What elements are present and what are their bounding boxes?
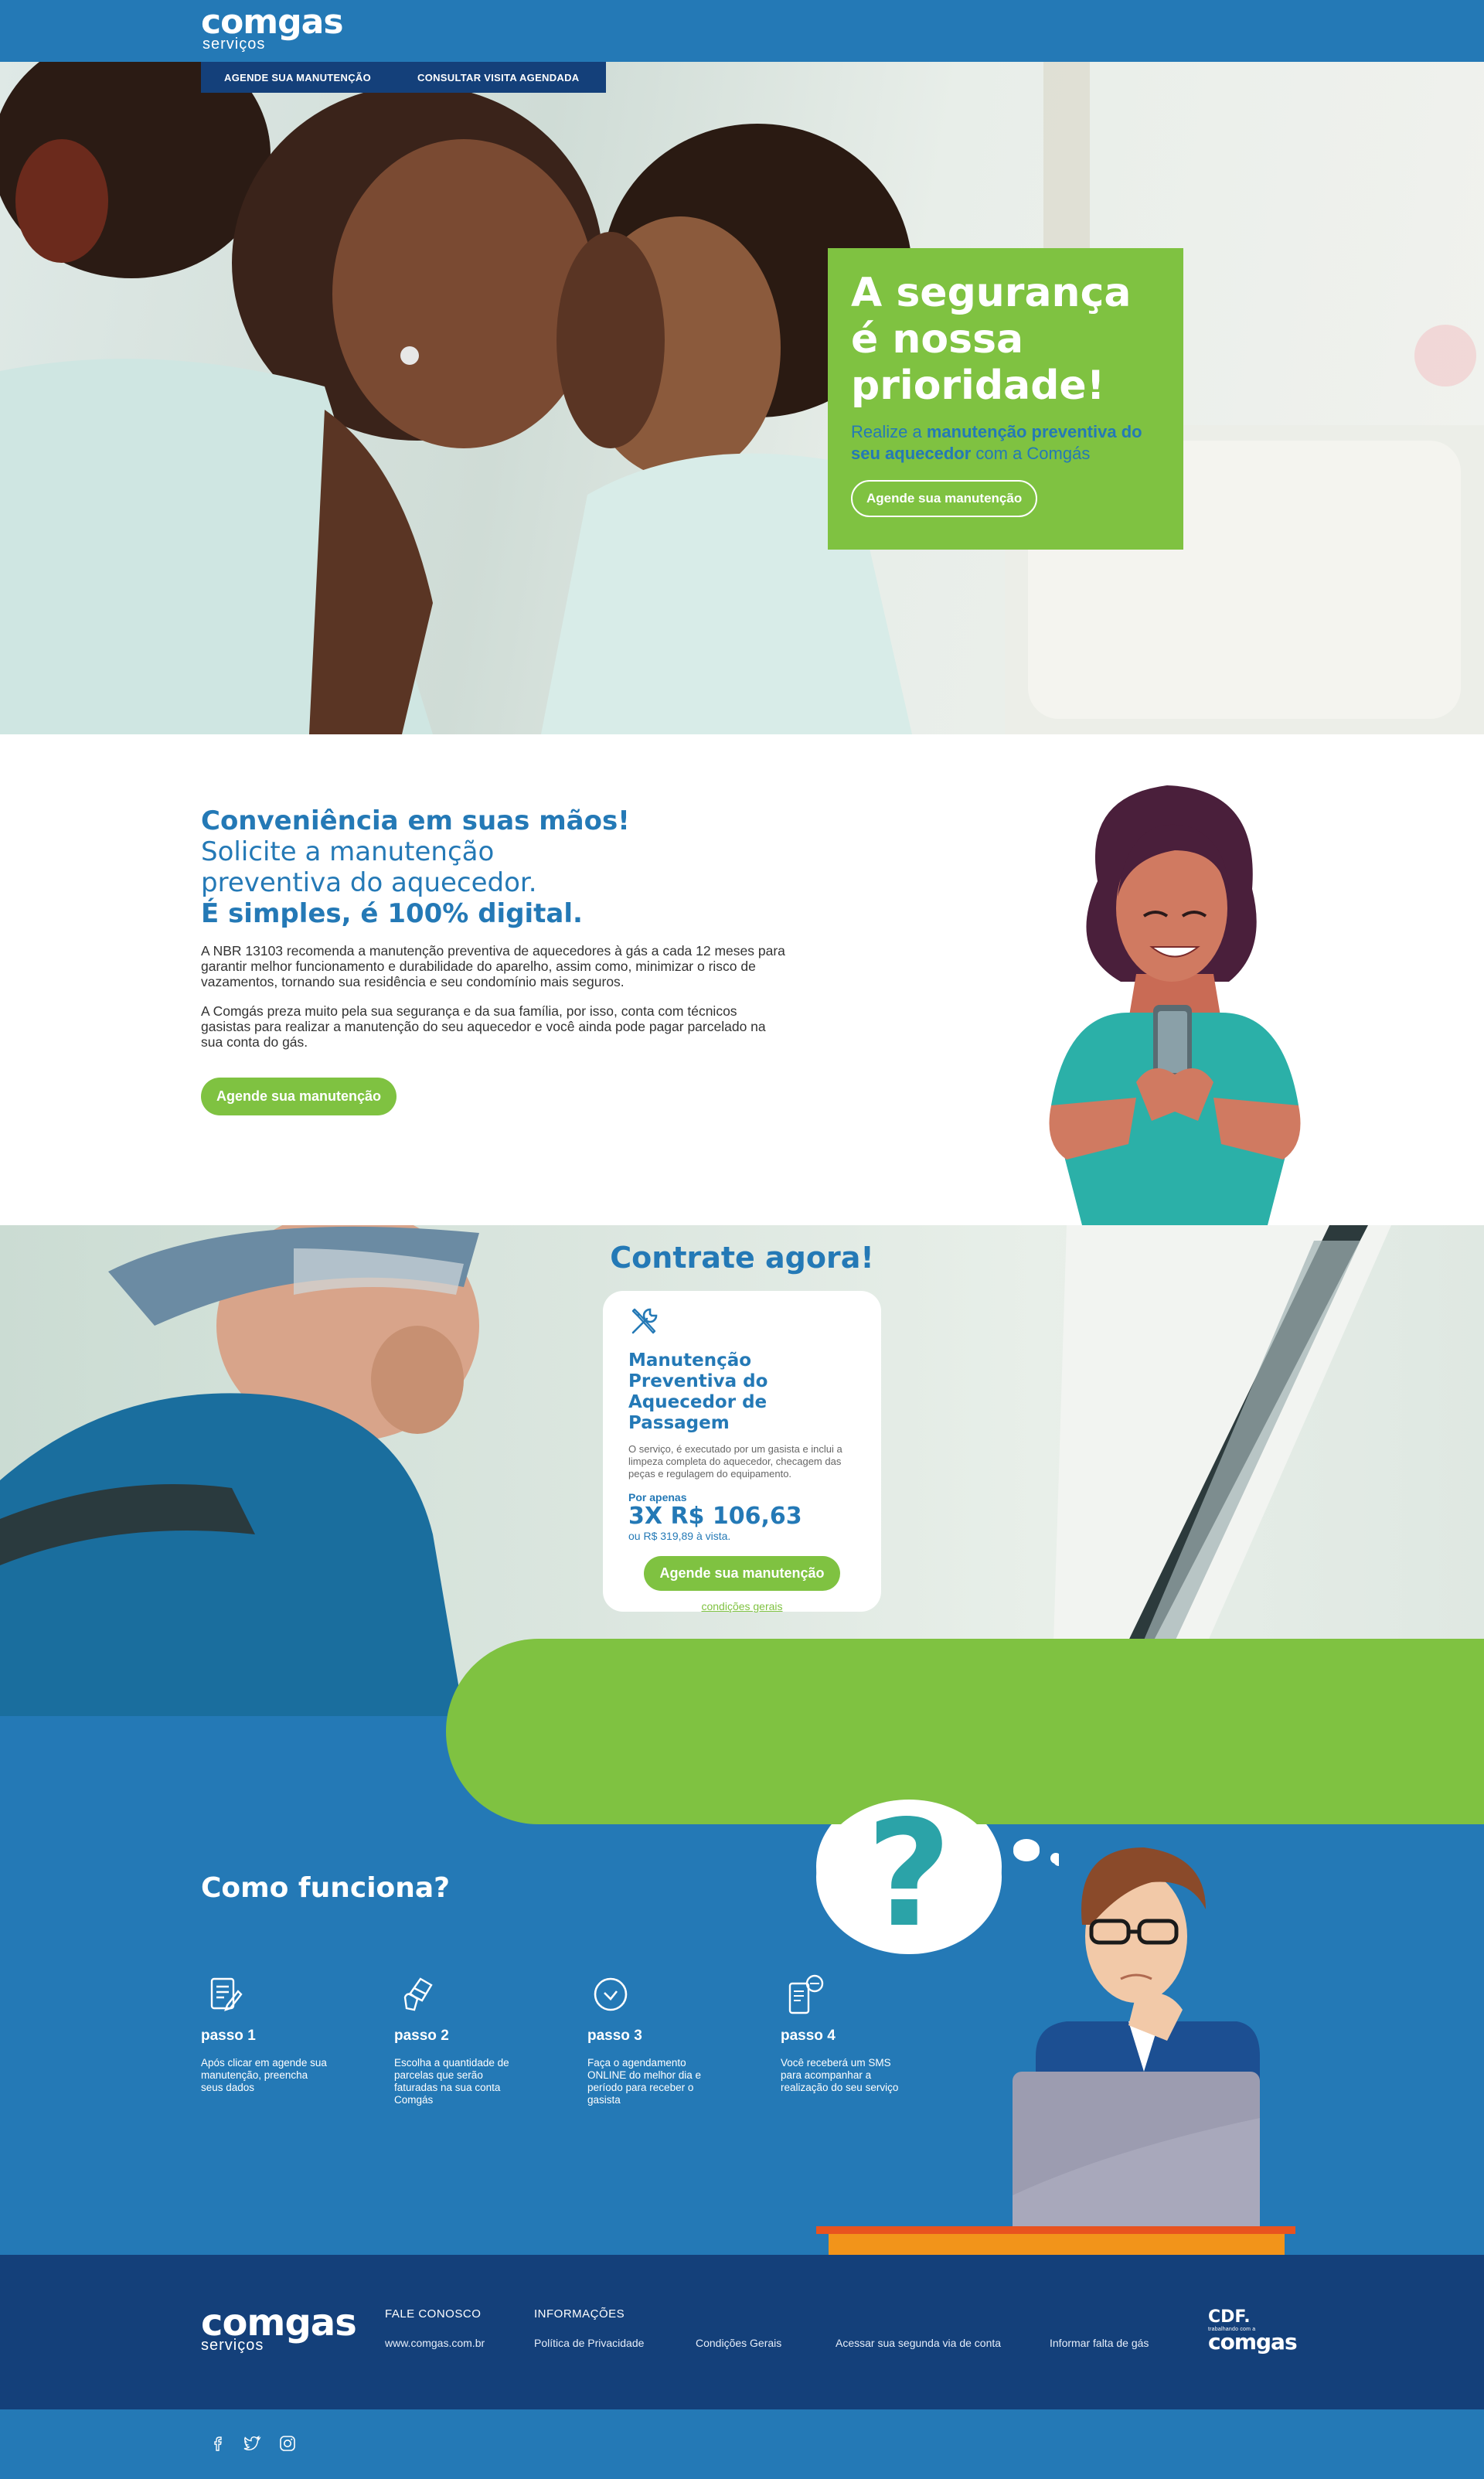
hero-section: A segurança é nossa prioridade! Realize …: [0, 62, 1484, 734]
convenience-paragraph-1: A NBR 13103 recomenda a manutenção preve…: [201, 943, 785, 989]
nav-agende-manutencao[interactable]: AGENDE SUA MANUTENÇÃO: [201, 72, 394, 83]
cdf-logo: CDF. trabalhando com a comgas: [1208, 2307, 1298, 2355]
convenience-title-2b: preventiva do aquecedor.: [201, 867, 537, 898]
site-header: comgas serviços: [0, 0, 1484, 62]
instagram-icon[interactable]: [278, 2434, 297, 2453]
footer-link-falta-gas[interactable]: Informar falta de gás: [1050, 2337, 1149, 2349]
facebook-icon[interactable]: [209, 2434, 227, 2453]
convenience-section: Conveniência em suas mãos! Solicite a ma…: [0, 734, 1484, 1225]
step-3-text: Faça o agendamento ONLINE do melhor dia …: [587, 2057, 702, 2106]
site-footer: comgas serviços FALE CONOSCO www.comgas.…: [0, 2255, 1484, 2409]
clock-icon: [594, 1977, 628, 2011]
step-1-text: Após clicar em agende sua manutenção, pr…: [201, 2057, 327, 2093]
step-2: passo 2 Escolha a quantidade de parcelas…: [394, 1971, 526, 2106]
tools-icon: [631, 1308, 658, 1334]
hero-subtitle-suffix: com a Comgás: [971, 444, 1091, 463]
card-agende-button[interactable]: Agende sua manutenção: [644, 1556, 840, 1591]
hero-card: A segurança é nossa prioridade! Realize …: [828, 248, 1183, 550]
twitter-icon[interactable]: [243, 2434, 261, 2453]
question-bubble-overlay: ?: [816, 1789, 1059, 1960]
cdf-brand: comgas: [1208, 2329, 1298, 2355]
hero-agende-button[interactable]: Agende sua manutenção: [851, 480, 1038, 517]
convenience-paragraph-2: A Comgás preza muito pela sua segurança …: [201, 1003, 766, 1050]
footer-link-segunda-via[interactable]: Acessar sua segunda via de conta: [836, 2337, 1001, 2349]
card-description: O serviço, é executado por um gasista e …: [628, 1443, 842, 1480]
hero-subtitle-prefix: Realize a: [851, 422, 927, 441]
hero-title: A segurança é nossa prioridade!: [851, 270, 1160, 409]
main-nav: AGENDE SUA MANUTENÇÃO CONSULTAR VISITA A…: [201, 62, 606, 93]
card-title: Manutenção Preventiva do Aquecedor de Pa…: [628, 1350, 768, 1433]
cdf-title: CDF.: [1208, 2307, 1251, 2327]
step-2-text: Escolha a quantidade de parcelas que ser…: [394, 2057, 509, 2106]
card-price-vista: ou R$ 319,89 à vista.: [628, 1530, 731, 1542]
card-price: 3X R$ 106,63: [628, 1503, 802, 1530]
convenience-title: Conveniência em suas mãos! Solicite a ma…: [201, 805, 788, 929]
convenience-agende-button[interactable]: Agende sua manutenção: [201, 1078, 397, 1115]
comgas-logo[interactable]: comgas serviços: [201, 2, 344, 53]
social-bar: [0, 2409, 1484, 2479]
woman-with-phone-illustration: [1049, 785, 1301, 1225]
form-icon: [210, 1977, 243, 2011]
footer-fale-conosco: FALE CONOSCO: [385, 2307, 482, 2321]
convenience-title-2a: Solicite a manutenção: [201, 836, 495, 867]
footer-site-link[interactable]: www.comgas.com.br: [385, 2337, 485, 2349]
step-1-title: passo 1: [201, 2028, 256, 2044]
hero-photo-mother-daughter: [0, 62, 1484, 734]
hero-subtitle: Realize a manutenção preventiva do seu a…: [851, 421, 1160, 465]
card-por-apenas: Por apenas: [628, 1491, 687, 1503]
step-3-title: passo 3: [587, 2028, 642, 2044]
convenience-text: Conveniência em suas mãos! Solicite a ma…: [201, 805, 788, 1115]
card-icon: [403, 1977, 433, 2011]
card-condicoes-link[interactable]: condições gerais: [628, 1600, 856, 1612]
footer-link-privacidade[interactable]: Política de Privacidade: [534, 2337, 644, 2349]
footer-informacoes: INFORMAÇÕES: [534, 2307, 625, 2321]
step-2-title: passo 2: [394, 2028, 449, 2044]
overlay-question-mark: ?: [866, 1789, 951, 1960]
step-3: passo 3 Faça o agendamento ONLINE do mel…: [587, 1971, 719, 2106]
footer-link-condicoes[interactable]: Condições Gerais: [696, 2337, 781, 2349]
convenience-title-1: Conveniência em suas mãos!: [201, 805, 630, 836]
step-1: passo 1 Após clicar em agende sua manute…: [201, 1971, 332, 2094]
footer-logo[interactable]: comgas serviços: [201, 2301, 357, 2353]
hero-title-line-2: é nossa: [851, 316, 1024, 363]
contrate-title: Contrate agora!: [610, 1241, 874, 1275]
convenience-title-3: É simples, é 100% digital.: [201, 898, 583, 929]
hero-title-line-1: A segurança: [851, 270, 1132, 316]
como-funciona-title: Como funciona?: [201, 1872, 451, 1904]
hero-title-line-3: prioridade!: [851, 363, 1105, 409]
nav-consultar-visita[interactable]: CONSULTAR VISITA AGENDADA: [394, 72, 602, 83]
footer-logo-brand: comgas: [201, 2301, 357, 2344]
logo-brand: comgas: [201, 2, 344, 42]
price-card: Manutenção Preventiva do Aquecedor de Pa…: [603, 1291, 881, 1612]
